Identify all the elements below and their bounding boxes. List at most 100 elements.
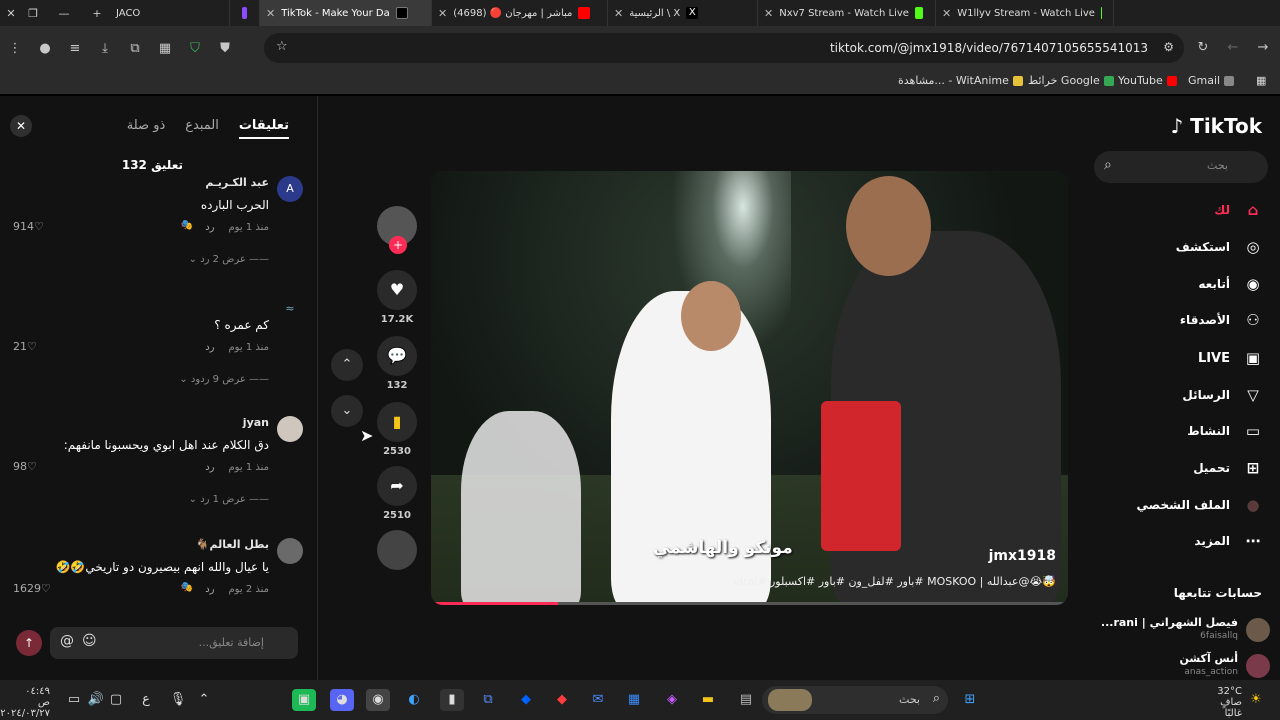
tab-tiktok[interactable]: ✕ TikTok - Make Your Da [260,0,432,26]
edge-icon[interactable]: ◐ [402,689,426,711]
nav-activity[interactable]: ▭ النشاط [1104,419,1264,443]
tab-jaco[interactable]: JACO [110,0,230,26]
close-tab-icon[interactable]: ✕ [266,7,275,20]
back-icon[interactable]: → [1248,40,1278,55]
nav-upload[interactable]: ⊞ تحميل [1104,456,1264,480]
bookmark-google-maps[interactable]: خرائط Google [1028,74,1114,87]
nav-explore[interactable]: ◎ استكشف [1104,235,1264,259]
tab-comments[interactable]: تعليقات [238,118,289,139]
emoji-icon[interactable]: ☺ [82,633,97,649]
nav-messages[interactable]: ▽ الرسائل [1104,383,1264,407]
tiktok-logo[interactable]: ♪ TikTok [1170,114,1262,138]
avatar[interactable]: A [277,176,303,202]
battery-icon[interactable]: ▭ [62,689,86,711]
video-username[interactable]: jmx1918 [989,548,1056,564]
file-explorer-icon[interactable]: ▬ [696,689,720,711]
view-replies-link[interactable]: —— عرض 2 رد ⌄ [189,254,269,265]
next-video-button[interactable]: ⌄ [331,395,363,427]
nav-following[interactable]: ◉ أتابعه [1104,272,1264,296]
nav-for-you[interactable]: ⌂ لك [1104,198,1264,222]
chevron-up-icon[interactable]: ⌃ [192,689,216,711]
search-input[interactable]: بحث ⌕ [1094,151,1268,183]
close-tab-icon[interactable]: ✕ [764,7,773,20]
close-tab-icon[interactable]: ✕ [614,7,623,20]
reply-button[interactable]: رد [205,222,214,233]
new-tab-icon[interactable]: + [84,7,110,20]
windows-start-icon[interactable]: ⊞ [958,689,982,711]
reply-button[interactable]: رد [205,584,214,595]
restore-window-icon[interactable]: ❐ [22,7,44,20]
reply-button[interactable]: رد [205,462,214,473]
media-control-icon[interactable]: ≡ [60,41,90,56]
download-icon[interactable]: ⤓ [90,41,120,56]
site-settings-icon[interactable]: ⚙ [1163,40,1174,54]
tab-x-home[interactable]: ✕ الرئيسية \ X X [608,0,758,26]
bookmark-witanime[interactable]: مشاهدة... - WitAnime [898,74,1023,87]
avatar[interactable]: ≈ [277,296,303,322]
shield-icon[interactable]: ⛉ [180,41,210,56]
store-icon[interactable]: ▦ [622,689,646,711]
nav-friends[interactable]: ⚇ الأصدقاء [1104,308,1264,332]
epic-games-icon[interactable]: ▮ [440,689,464,711]
share-button[interactable]: ➦ 2510 [376,466,418,521]
menu-dots-icon[interactable]: ⋮ [0,41,30,56]
avatar[interactable] [277,538,303,564]
address-bar[interactable]: ☆ tiktok.com/@jmx1918/video/767140710565… [264,33,1184,63]
nav-more[interactable]: ⋯ المزيد [1104,529,1264,553]
close-tab-icon[interactable]: ✕ [438,7,447,20]
microphone-icon[interactable]: 🎙 [166,689,190,711]
extension-icon[interactable]: ▦ [150,41,180,56]
bookmark-star-icon[interactable]: ☆ [276,39,288,54]
tab-extension[interactable] [230,0,260,26]
dropbox-icon[interactable]: ◆ [514,689,538,711]
following-account[interactable]: فيصل الشهراني | rani... 6faisallq [1100,616,1270,646]
clock[interactable]: ٠٤:٤٩ ص ٢٠٢٤/٠٣/٢٧ [0,686,50,719]
chrome-icon[interactable]: ◉ [366,689,390,711]
nav-live[interactable]: ▣ LIVE [1104,346,1264,370]
save-button[interactable]: ▮ 2530 [376,402,418,457]
network-icon[interactable]: ▢ [104,689,128,711]
tab-w1llyv-stream[interactable]: ✕ W1llyv Stream - Watch Live [936,0,1114,26]
close-icon[interactable]: ✕ [10,115,32,137]
bookmark-youtube[interactable]: YouTube [1118,74,1177,87]
like-count[interactable]: 1629♡ [13,582,51,595]
close-window-icon[interactable]: ✕ [0,7,22,20]
tab-youtube-live[interactable]: ✕ (4698) 🔴 مباشر | مهرجان [432,0,608,26]
avatar[interactable] [277,416,303,442]
profile-avatar-icon[interactable]: ● [30,41,60,56]
forward-icon[interactable]: ← [1218,40,1248,55]
like-count[interactable]: 21♡ [13,340,37,353]
comment-username[interactable]: jyan [243,416,269,429]
comment-username[interactable]: بطل العالم🐐 [196,538,269,551]
comment-username[interactable]: عبد الكـريـم [205,176,269,189]
music-disc[interactable] [376,530,418,570]
like-count[interactable]: 98♡ [13,460,37,473]
view-replies-link[interactable]: —— عرض 9 ردود ⌄ [179,374,269,385]
bookmark-gmail[interactable]: Gmail [1188,74,1235,87]
mail-icon[interactable]: ✉ [586,689,610,711]
copilot-icon[interactable]: ◈ [660,689,684,711]
minimize-window-icon[interactable]: — [44,7,84,20]
extensions-icon[interactable]: ⧉ [120,41,150,56]
reload-icon[interactable]: ↻ [1188,40,1218,55]
taskbar-search[interactable]: بحث ⌕ [762,686,948,714]
search-icon[interactable]: ⌕ [1104,157,1112,173]
video-player[interactable]: مونكو والهاشمي jmx1918 🤯😭@عبدالله | MOSK… [431,171,1068,605]
tab-related[interactable]: ذو صلة [127,118,166,139]
adblock-icon[interactable]: ⛊ [210,41,240,56]
app-icon[interactable]: ▤ [734,689,758,711]
comment-button[interactable]: 💬 132 [376,336,418,391]
follow-plus-icon[interactable]: + [389,236,407,254]
tab-creator[interactable]: المبدع [185,118,219,139]
app-icon[interactable]: ◆ [550,689,574,711]
following-account[interactable]: أنس آكشن anas_action [1100,652,1270,682]
mention-icon[interactable]: @ [60,633,74,649]
app-icon[interactable]: ⧉ [476,689,500,711]
nav-profile[interactable]: ● الملف الشخصي [1104,493,1264,517]
close-tab-icon[interactable]: ✕ [942,7,951,20]
creator-avatar[interactable]: + [376,206,418,254]
previous-video-button[interactable]: ⌃ [331,349,363,381]
weather-widget[interactable]: 32°C صافٍ غالبًا [1212,686,1242,719]
discord-icon[interactable]: ◕ [330,689,354,711]
reply-button[interactable]: رد [205,342,214,353]
